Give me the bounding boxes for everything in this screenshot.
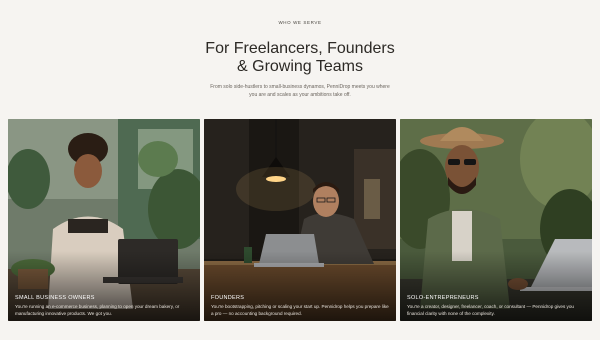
section-eyebrow: WHO WE SERVE bbox=[278, 20, 322, 25]
audience-card-founders[interactable]: FOUNDERS You're bootstrapping, pitching … bbox=[204, 119, 396, 321]
headline-line-2: & Growing Teams bbox=[237, 58, 363, 75]
card-description: You're running an e-commerce business, p… bbox=[15, 304, 180, 316]
card-title: FOUNDERS bbox=[211, 295, 245, 301]
card-title: SOLO-ENTREPRENEURS bbox=[407, 295, 479, 301]
card-description: You're bootstrapping, pitching or scalin… bbox=[211, 304, 389, 316]
audience-card-solo-entrepreneurs[interactable]: SOLO-ENTREPRENEURS You're a creator, des… bbox=[400, 119, 592, 321]
card-title: SMALL BUSINESS OWNERS bbox=[15, 295, 95, 301]
headline-line-1: For Freelancers, Founders bbox=[205, 40, 395, 57]
section-subtitle: From solo side-hustlers to small-busines… bbox=[210, 84, 390, 98]
section-headline: For Freelancers, Founders & Growing Team… bbox=[0, 40, 600, 76]
audience-card-small-business[interactable]: SMALL BUSINESS OWNERS You're running an … bbox=[8, 119, 200, 321]
card-description: You're a creator, designer, freelancer, … bbox=[407, 304, 574, 316]
